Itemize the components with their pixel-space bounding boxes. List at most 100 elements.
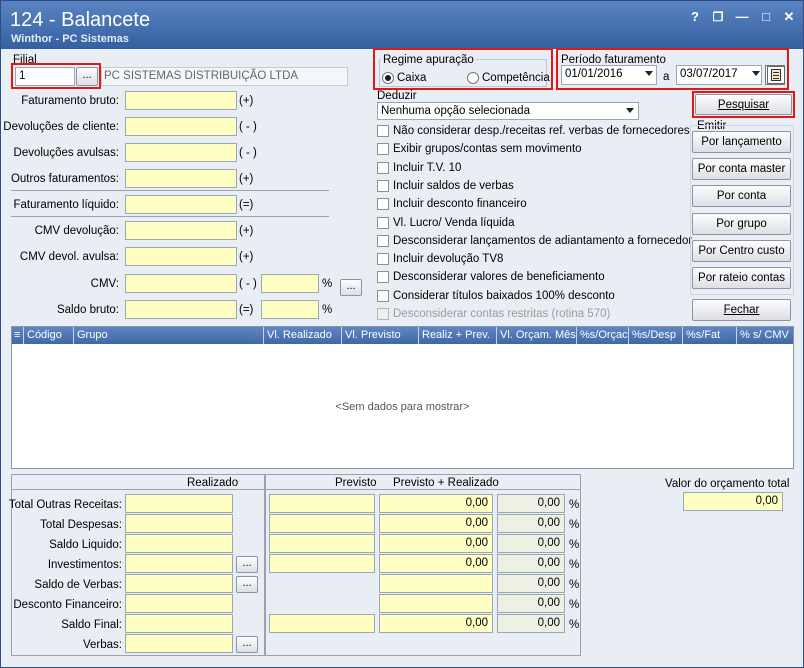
checkbox[interactable] <box>377 198 389 210</box>
sign-plus: (+) <box>239 225 254 237</box>
previsto-field <box>269 514 375 533</box>
prev-real-value: 0,00 <box>497 614 565 633</box>
column-header[interactable]: Realiz + Prev. <box>419 327 497 344</box>
column-header[interactable]: Vl. Realizado <box>264 327 342 344</box>
pesquisar-highlight <box>692 91 795 118</box>
previsto-field <box>379 574 493 593</box>
close-icon[interactable]: ✕ <box>781 9 797 25</box>
por-grupo-button[interactable]: Por grupo <box>692 213 791 235</box>
column-header[interactable]: Vl. Orçam. Mês <box>497 327 577 344</box>
checkbox[interactable] <box>377 180 389 192</box>
realizado-field <box>125 574 233 593</box>
option-label[interactable]: Considerar títulos baixados 100% descont… <box>393 289 615 303</box>
column-header[interactable]: % s/ CMV <box>737 327 793 344</box>
percent-sign: % <box>569 579 580 591</box>
grid-header: ≡ Código Grupo Vl. Realizado Vl. Previst… <box>12 327 793 344</box>
realizado-field <box>125 494 233 513</box>
column-header[interactable]: Vl. Previsto <box>342 327 419 344</box>
divider <box>11 216 329 217</box>
column-header[interactable]: %s/Desp <box>629 327 683 344</box>
prev-real-value: 0,00 <box>497 494 565 513</box>
option-label[interactable]: Incluir devolução TV8 <box>393 252 503 266</box>
cmv-field <box>125 274 237 293</box>
option-label[interactable]: Incluir saldos de verbas <box>393 179 514 193</box>
application-window: 124 - Balancete Winthor - PC Sistemas ? … <box>0 0 804 668</box>
por-rateio-contas-button[interactable]: Por rateio contas <box>692 267 791 289</box>
checkbox[interactable] <box>377 271 389 283</box>
realizado-field <box>125 634 233 653</box>
sign-minus: ( - ) <box>239 278 257 290</box>
checkbox[interactable] <box>377 253 389 265</box>
fechar-button[interactable]: Fechar <box>692 299 791 321</box>
option-label[interactable]: Não considerar desp./receitas ref. verba… <box>393 124 690 138</box>
saldo-bruto-field <box>125 300 237 319</box>
prev-real-value: 0,00 <box>497 594 565 613</box>
faturamento-bruto-label: Faturamento bruto: <box>21 95 119 107</box>
deduzir-select[interactable]: Nenhuma opção selecionada <box>377 102 639 120</box>
percent-sign: % <box>569 559 580 571</box>
prev-real-value: 0,00 <box>497 554 565 573</box>
devolucoes-avulsas-field <box>125 143 237 162</box>
column-header[interactable]: %s/Fat <box>683 327 737 344</box>
por-centro-custo-button[interactable]: Por Centro custo <box>692 240 791 262</box>
outros-faturamentos-field <box>125 169 237 188</box>
previsto-realizado-header: Previsto + Realizado <box>393 477 499 489</box>
sign-plus: (+) <box>239 173 254 185</box>
chevron-down-icon[interactable] <box>626 108 634 113</box>
option-label[interactable]: Exibir grupos/contas sem movimento <box>393 142 582 156</box>
minimize-icon[interactable]: — <box>734 9 750 25</box>
cmv-devolucao-label: CMV devolução: <box>34 225 119 237</box>
por-conta-button[interactable]: Por conta <box>692 185 791 207</box>
cmv-lookup-button[interactable]: ... <box>340 279 362 296</box>
checkbox[interactable] <box>377 162 389 174</box>
previsto-value: 0,00 <box>379 534 493 553</box>
column-header[interactable]: Grupo <box>74 327 264 344</box>
option-label[interactable]: Vl. Lucro/ Venda líquida <box>393 216 514 230</box>
summary-row-label: Total Outras Receitas: <box>8 499 122 511</box>
checkbox[interactable] <box>377 235 389 247</box>
investimentos-lookup-button[interactable]: ... <box>236 556 258 573</box>
periodo-highlight <box>556 48 789 90</box>
option-label[interactable]: Incluir T.V. 10 <box>393 161 461 175</box>
por-conta-master-button[interactable]: Por conta master <box>692 158 791 180</box>
faturamento-liquido-label: Faturamento líquido: <box>13 199 119 211</box>
results-grid[interactable]: ≡ Código Grupo Vl. Realizado Vl. Previst… <box>11 326 794 469</box>
sign-plus: (+) <box>239 95 254 107</box>
previsto-field <box>269 534 375 553</box>
cmv-label: CMV: <box>90 278 119 290</box>
divider <box>11 190 329 191</box>
checkbox[interactable] <box>377 143 389 155</box>
help-icon[interactable]: ? <box>687 9 703 25</box>
previsto-field <box>269 614 375 633</box>
verbas-lookup-button[interactable]: ... <box>236 636 258 653</box>
option-label[interactable]: Desconsiderar valores de beneficiamento <box>393 270 605 284</box>
percent-sign: % <box>569 599 580 611</box>
checkbox[interactable] <box>377 290 389 302</box>
summary-row-label: Total Despesas: <box>40 519 122 531</box>
checkbox[interactable] <box>377 125 389 137</box>
maximize-icon[interactable]: □ <box>758 9 774 25</box>
cmv-devol-avulsa-field <box>125 247 237 266</box>
regime-highlight <box>373 48 553 90</box>
realizado-field <box>125 534 233 553</box>
realizado-header: Realizado <box>187 477 239 489</box>
orcamento-total-label: Valor do orçamento total <box>665 478 790 490</box>
summary-row-label: Saldo Final: <box>61 619 122 631</box>
option-label[interactable]: Desconsiderar lançamentos de adiantament… <box>393 234 692 248</box>
saldo-verbas-lookup-button[interactable]: ... <box>236 576 258 593</box>
percent-sign: % <box>322 278 333 290</box>
grid-menu-icon[interactable]: ≡ <box>12 327 24 344</box>
option-label-disabled: Desconsiderar contas restritas (rotina 5… <box>393 308 611 320</box>
realizado-field <box>125 614 233 633</box>
column-header[interactable]: %s/Orçac <box>577 327 629 344</box>
devolucoes-avulsas-label: Devoluções avulsas: <box>13 147 119 159</box>
summary-row-label: Saldo Liquido: <box>49 539 122 551</box>
column-header[interactable]: Código <box>24 327 74 344</box>
checkbox[interactable] <box>377 217 389 229</box>
por-lancamento-button[interactable]: Por lançamento <box>692 131 791 153</box>
realizado-field <box>125 594 233 613</box>
summary-row-label: Desconto Financeiro: <box>13 599 122 611</box>
option-label[interactable]: Incluir desconto financeiro <box>393 197 527 211</box>
previsto-field <box>269 494 375 513</box>
edit-icon[interactable]: ❐ <box>710 9 726 25</box>
